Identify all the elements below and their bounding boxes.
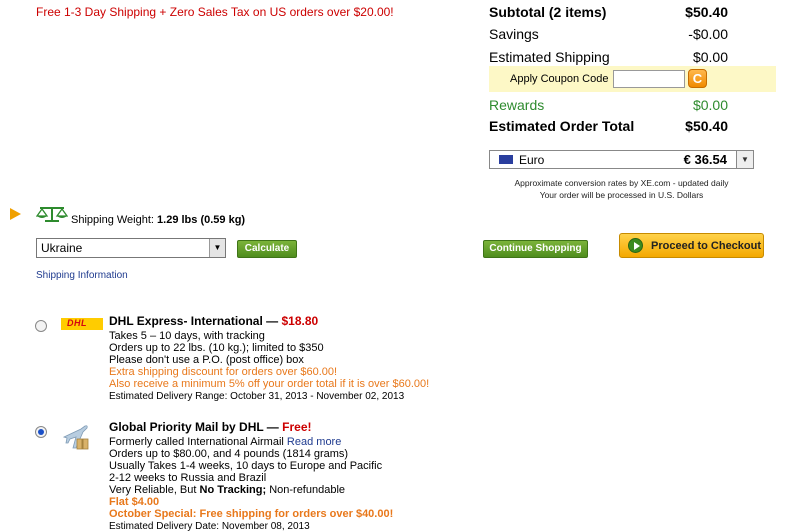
coupon-apply-button[interactable]: C (688, 69, 707, 88)
checkout-button[interactable]: Proceed to Checkout (619, 233, 764, 258)
option-line: Please don't use a P.O. (post office) bo… (109, 354, 304, 366)
total-value: $50.40 (685, 118, 728, 134)
option-line: Very Reliable, But No Tracking; Non-refu… (109, 484, 393, 496)
flat-price: Flat $4.00 (109, 496, 160, 508)
checkout-label: Proceed to Checkout (651, 240, 762, 252)
option-line: Formerly called International Airmail Re… (109, 436, 393, 448)
shipping-label: Estimated Shipping (489, 49, 610, 65)
global-priority-radio[interactable] (35, 426, 47, 438)
option-promo: Also receive a minimum 5% off your order… (109, 378, 430, 390)
country-value: Ukraine (41, 241, 83, 255)
reliable-pre: Very Reliable, But (109, 484, 197, 496)
no-tracking: No Tracking; (199, 484, 267, 496)
total-label: Estimated Order Total (489, 118, 635, 134)
option-line: Orders up to $80.00, and 4 pounds (1814 … (109, 448, 349, 460)
delivery-estimate: Estimated Delivery Range: October 31, 20… (109, 391, 405, 402)
conversion-note: Approximate conversion rates by XE.com -… (514, 178, 729, 188)
coupon-label: Apply Coupon Code (510, 73, 609, 85)
airplane-package-icon (62, 425, 89, 450)
promo-banner: Free 1-3 Day Shipping + Zero Sales Tax o… (36, 5, 394, 19)
scale-icon (36, 207, 68, 222)
option-line: Takes 5 – 10 days, with tracking (109, 330, 265, 342)
shipping-value: $0.00 (692, 49, 728, 65)
currency-select[interactable]: Euro € 36.54 ▼ (489, 150, 754, 169)
option-title-text: DHL Express- International — (109, 314, 279, 328)
option-line-text: Formerly called International Airmail (109, 436, 284, 448)
processing-note: Your order will be processed in U.S. Dol… (539, 190, 704, 200)
coupon-input[interactable] (613, 70, 685, 88)
savings-label: Savings (489, 26, 539, 42)
option-title: Global Priority Mail by DHL — Free! (109, 420, 393, 434)
global-priority-option: Global Priority Mail by DHL — Free! Form… (109, 420, 393, 532)
play-icon (628, 238, 643, 253)
weight-value: 1.29 lbs (0.59 kg) (157, 214, 246, 226)
dhl-logo-text: DHL (67, 318, 87, 328)
october-special: October Special: Free shipping for order… (109, 508, 394, 520)
option-title: DHL Express- International — $18.80 (109, 314, 429, 328)
dhl-logo: DHL (61, 318, 103, 330)
dhl-express-option: DHL Express- International — $18.80 Take… (109, 314, 429, 402)
calculate-button[interactable]: Calculate (237, 240, 297, 258)
subtotal-label: Subtotal (2 items) (489, 4, 607, 20)
reliable-post: Non-refundable (269, 484, 346, 496)
currency-name: Euro (519, 153, 545, 167)
currency-value: € 36.54 (683, 152, 727, 167)
rewards-row: Rewards $0.00 (489, 97, 728, 113)
eu-flag-icon (499, 155, 513, 164)
savings-row: Savings -$0.00 (489, 26, 728, 42)
option-price: Free! (282, 420, 312, 434)
continue-shopping-button[interactable]: Continue Shopping (483, 240, 588, 258)
coupon-box: Apply Coupon Code C (489, 66, 776, 92)
delivery-estimate: Estimated Delivery Date: November 08, 20… (109, 521, 310, 532)
option-line: Orders up to 22 lbs. (10 kg.); limited t… (109, 342, 324, 354)
shipping-weight: Shipping Weight: 1.29 lbs (0.59 kg) (71, 214, 245, 226)
subtotal-value: $50.40 (685, 4, 728, 20)
option-promo: Extra shipping discount for orders over … (109, 366, 338, 378)
option-line: 2-12 weeks to Russia and Brazil (109, 472, 267, 484)
shipping-row: Estimated Shipping $0.00 (489, 49, 728, 65)
option-price: $18.80 (281, 314, 319, 328)
dhl-express-radio[interactable] (35, 320, 47, 332)
country-select[interactable]: Ukraine ▼ (36, 238, 226, 258)
subtotal-row: Subtotal (2 items) $50.40 (489, 4, 728, 20)
option-title-text: Global Priority Mail by DHL — (109, 420, 279, 434)
weight-label: Shipping Weight: (71, 214, 154, 226)
shipping-info-link[interactable]: Shipping Information (36, 270, 128, 281)
total-row: Estimated Order Total $50.40 (489, 118, 728, 134)
read-more-link[interactable]: Read more (287, 436, 341, 448)
rewards-label: Rewards (489, 97, 545, 113)
chevron-down-icon: ▼ (736, 151, 753, 168)
savings-value: -$0.00 (688, 26, 728, 42)
option-line: Usually Takes 1-4 weeks, 10 days to Euro… (109, 460, 383, 472)
rewards-value: $0.00 (692, 97, 728, 113)
arrow-pointer-icon (10, 208, 21, 220)
refresh-icon: C (692, 71, 703, 86)
chevron-down-icon: ▼ (209, 239, 225, 257)
